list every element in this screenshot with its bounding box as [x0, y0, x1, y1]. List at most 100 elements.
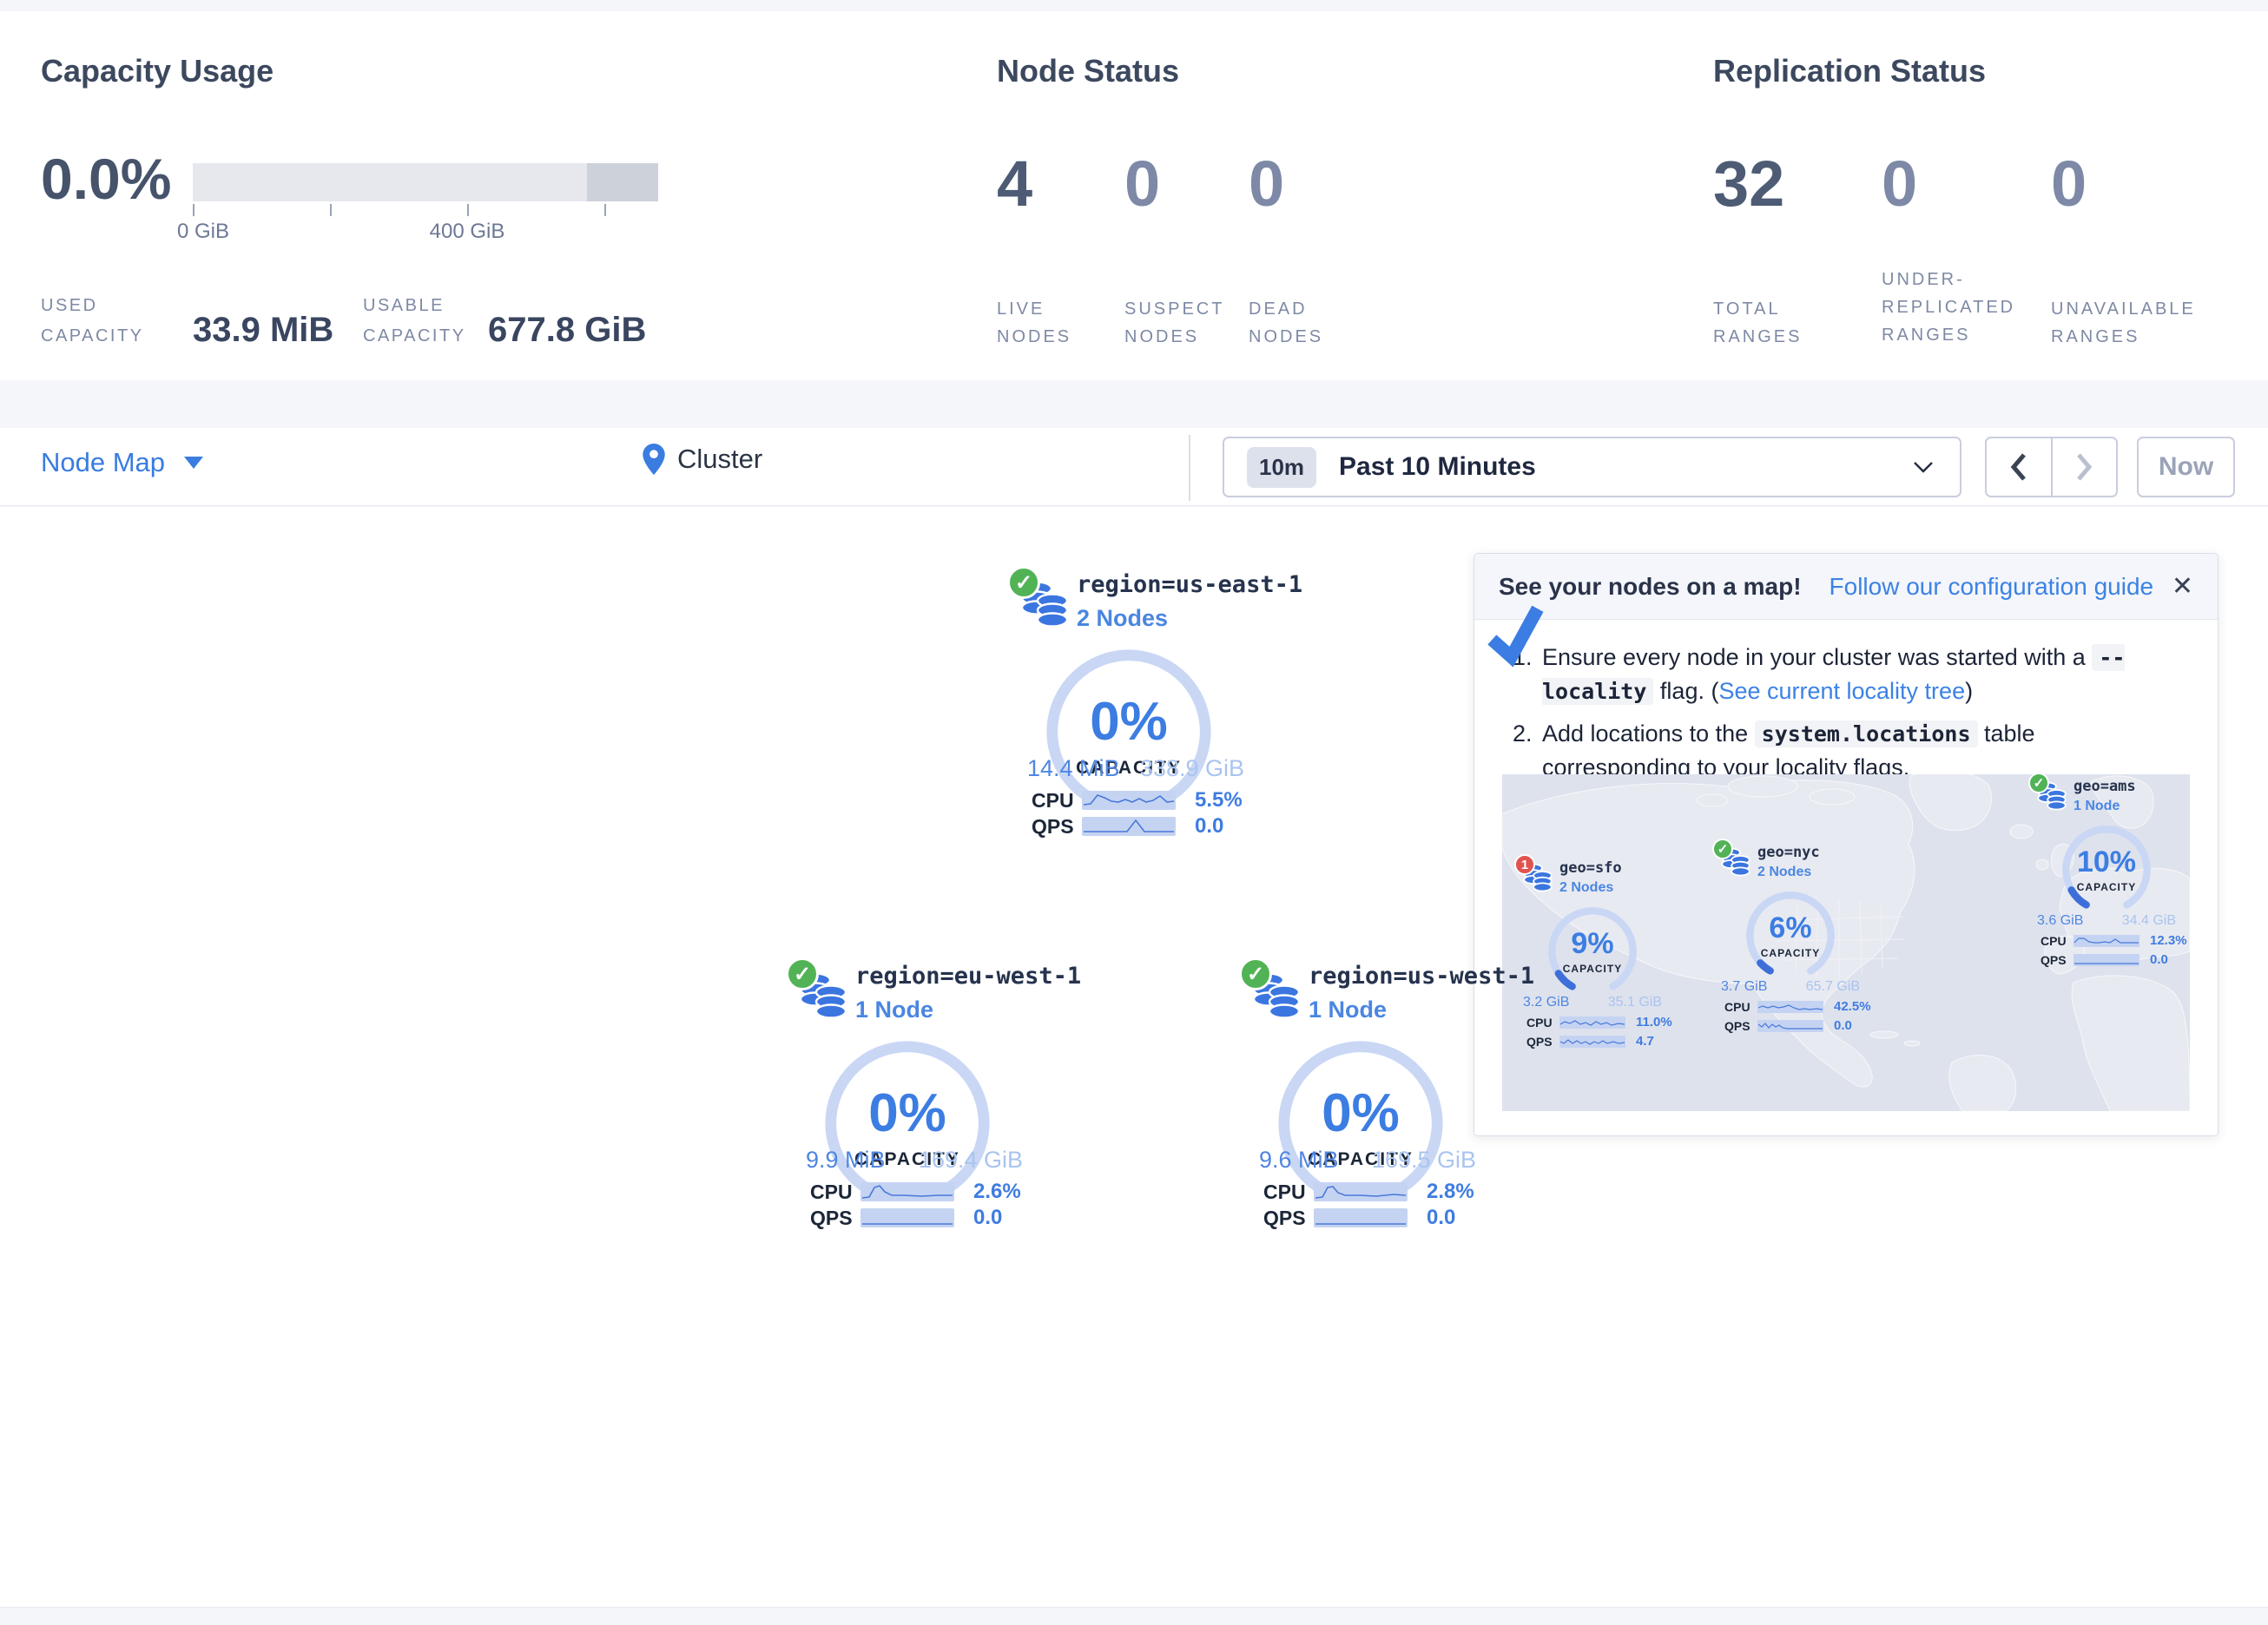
region-name: region=eu-west-1: [855, 963, 1081, 990]
unavailable-ranges-label: UNAVAILABLE RANGES: [2051, 295, 2216, 351]
time-back-button[interactable]: [1987, 438, 2053, 496]
toolbar-divider: [1189, 435, 1190, 501]
capacity-gauge: 6% CAPACITY: [1742, 887, 1839, 977]
now-button[interactable]: Now: [2137, 437, 2235, 497]
locality-name: geo=ams: [2074, 778, 2136, 795]
capacity-percent: 0%: [822, 1087, 992, 1141]
capacity-usage-title: Capacity Usage: [41, 53, 274, 89]
qps-label: QPS: [1032, 815, 1082, 839]
qps-sparkline: [1559, 1036, 1625, 1048]
cpu-sparkline: [1082, 791, 1176, 810]
usable-capacity: 35.1 GiB: [1608, 995, 1662, 1010]
suspect-nodes-count: 0: [1124, 152, 1160, 216]
qps-value: 0.0: [1427, 1206, 1455, 1230]
node-status-title: Node Status: [997, 53, 1179, 89]
unavailable-ranges-count: 0: [2051, 152, 2087, 216]
locality-geo-sfo[interactable]: 1 geo=sfo 2 Nodes: [1514, 859, 1679, 1049]
cpu-value: 11.0%: [1636, 1015, 1672, 1030]
total-ranges-label: TOTAL RANGES: [1713, 295, 1826, 351]
capacity-percent: 0%: [1044, 695, 1214, 749]
qps-label: QPS: [2041, 953, 2074, 967]
region-node-count: 1 Node: [855, 997, 1081, 1023]
capacity-tick-0: 0 GiB: [177, 220, 229, 244]
qps-value: 0.0: [1195, 814, 1223, 839]
close-icon[interactable]: ✕: [2172, 571, 2193, 602]
live-nodes-label: LIVE NODES: [997, 295, 1101, 351]
popup-title: See your nodes on a map!: [1499, 573, 1802, 601]
total-ranges-count: 32: [1713, 152, 1784, 216]
dead-nodes-count: 0: [1249, 152, 1284, 216]
capacity-percent: 6%: [1742, 913, 1839, 943]
usable-capacity: 169.4 GiB: [919, 1147, 1023, 1174]
used-capacity: 9.9 MiB: [806, 1147, 886, 1174]
chevron-right-icon: [2074, 452, 2093, 482]
locality-node-count: 2 Nodes: [1559, 880, 1622, 896]
bottom-strip: [0, 1607, 2268, 1625]
capacity-bar-ticks: [193, 204, 658, 218]
qps-label: QPS: [1263, 1207, 1314, 1230]
capacity-percent: 10%: [2058, 847, 2155, 877]
used-capacity: 3.6 GiB: [2037, 913, 2083, 929]
capacity-label: CAPACITY: [1544, 963, 1641, 975]
region-name: region=us-east-1: [1077, 571, 1302, 598]
cpu-label: CPU: [2041, 934, 2074, 948]
qps-sparkline: [1314, 1208, 1408, 1227]
cpu-value: 12.3%: [2150, 933, 2187, 948]
capacity-gauge: 10% CAPACITY: [2058, 821, 2155, 911]
qps-value: 4.7: [1636, 1034, 1654, 1049]
cpu-sparkline: [860, 1182, 954, 1201]
used-capacity: 9.6 MiB: [1259, 1147, 1339, 1174]
time-range-dropdown[interactable]: 10m Past 10 Minutes: [1223, 437, 1961, 497]
usable-capacity-label: USABLE CAPACITY: [363, 291, 493, 352]
usable-capacity: 34.4 GiB: [2122, 913, 2176, 929]
region-card-eu-west-1[interactable]: ✓ region=eu-west-1 1 Node 0% CAPACITY 9.…: [781, 952, 1041, 1239]
time-forward-button[interactable]: [2053, 438, 2117, 496]
time-range-label: Past 10 Minutes: [1339, 452, 1536, 482]
world-map-preview: 1 geo=sfo 2 Nodes: [1502, 774, 2190, 1111]
breadcrumb[interactable]: Cluster: [643, 444, 762, 475]
qps-label: QPS: [1724, 1019, 1757, 1033]
configuration-guide-link[interactable]: Follow our configuration guide: [1830, 573, 2154, 601]
under-replicated-count: 0: [1882, 152, 1917, 216]
locality-tree-link[interactable]: See current locality tree: [1718, 678, 1965, 704]
region-card-us-west-1[interactable]: ✓ region=us-west-1 1 Node 0% CAPACITY 9.…: [1234, 952, 1494, 1239]
region-card-us-east-1[interactable]: ✓ region=us-east-1 2 Nodes 0% CAPACITY 1…: [1002, 561, 1263, 847]
qps-sparkline: [2074, 954, 2139, 966]
view-toolbar: Node Map Cluster 10m Past 10 Minutes Now: [0, 428, 2268, 506]
suspect-nodes-label: SUSPECT NODES: [1124, 295, 1233, 351]
cpu-label: CPU: [1724, 1000, 1757, 1014]
time-window-badge: 10m: [1247, 447, 1316, 488]
qps-value: 0.0: [1834, 1018, 1852, 1033]
step-1-text: Ensure every node in your cluster was st…: [1542, 641, 2190, 708]
cpu-sparkline: [1757, 1001, 1823, 1013]
usable-capacity: 169.5 GiB: [1372, 1147, 1476, 1174]
cpu-sparkline: [1559, 1016, 1625, 1029]
dead-nodes-label: DEAD NODES: [1249, 295, 1353, 351]
qps-label: QPS: [1526, 1035, 1559, 1049]
used-capacity-value: 33.9 MiB: [193, 311, 333, 350]
view-selector-label: Node Map: [41, 447, 165, 478]
map-pin-icon: [643, 444, 665, 475]
used-capacity: 3.7 GiB: [1721, 979, 1767, 995]
chevron-down-icon: [184, 457, 203, 469]
healthy-check-icon: ✓: [1712, 839, 1733, 859]
qps-value: 0.0: [2150, 952, 2168, 967]
healthy-check-icon: ✓: [1239, 957, 1272, 990]
cpu-label: CPU: [1032, 789, 1082, 812]
capacity-percent: 9%: [1544, 929, 1641, 958]
step-done-check-icon: [1480, 601, 1553, 670]
view-selector-dropdown[interactable]: Node Map: [41, 447, 203, 478]
system-locations-code: system.locations: [1755, 720, 1978, 747]
qps-value: 0.0: [973, 1206, 1002, 1230]
locality-geo-nyc[interactable]: ✓ geo=nyc 2 Nodes: [1712, 844, 1877, 1033]
healthy-check-icon: ✓: [786, 957, 819, 990]
locality-geo-ams[interactable]: ✓ geo=ams 1 Node: [2028, 778, 2190, 967]
used-capacity-label: USED CAPACITY: [41, 291, 171, 352]
cpu-sparkline: [2074, 935, 2139, 947]
locality-name: geo=sfo: [1559, 859, 1622, 877]
qps-label: QPS: [810, 1207, 860, 1230]
replication-status-title: Replication Status: [1713, 53, 1986, 89]
capacity-tick-400: 400 GiB: [430, 220, 505, 244]
healthy-check-icon: ✓: [1007, 566, 1040, 599]
cpu-value: 2.8%: [1427, 1180, 1474, 1204]
